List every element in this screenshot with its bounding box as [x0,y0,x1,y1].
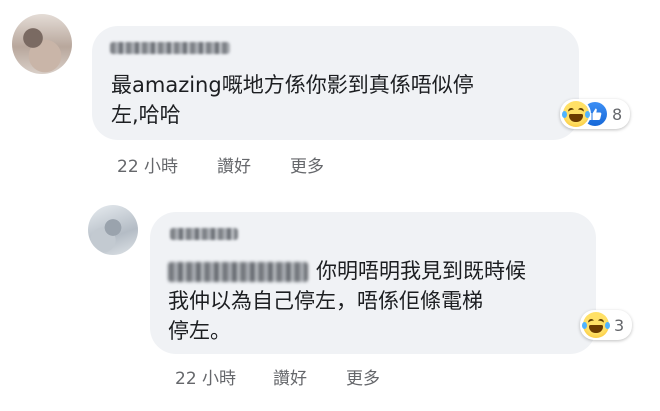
haha-reaction-icon [562,101,590,127]
comment-text: 我仲以為自己停左，唔係佢條電梯 停左。 [168,289,483,343]
avatar[interactable] [12,14,72,74]
like-button[interactable]: 讚好 [273,364,307,389]
reaction-count: 8 [612,104,623,124]
like-button[interactable]: 讚好 [217,152,251,177]
reaction-summary[interactable]: 3 [580,310,633,340]
reaction-summary[interactable]: 8 [560,99,631,129]
reaction-count: 3 [614,315,625,335]
haha-reaction-icon [582,312,610,338]
more-button[interactable]: 更多 [290,152,324,177]
comment-text: 你明唔明我見到既時候 [316,259,526,283]
mention-tag-blurred[interactable] [168,262,308,282]
more-button[interactable]: 更多 [346,364,380,389]
commenter-name-blurred[interactable] [170,228,238,240]
comment-text: 最amazing嘅地方係你影到真係唔似停 左,哈哈 [111,73,474,127]
comment-timestamp[interactable]: 22 小時 [175,364,236,389]
commenter-name-blurred[interactable] [110,42,230,54]
avatar[interactable] [88,205,138,255]
comment-timestamp[interactable]: 22 小時 [117,152,178,177]
